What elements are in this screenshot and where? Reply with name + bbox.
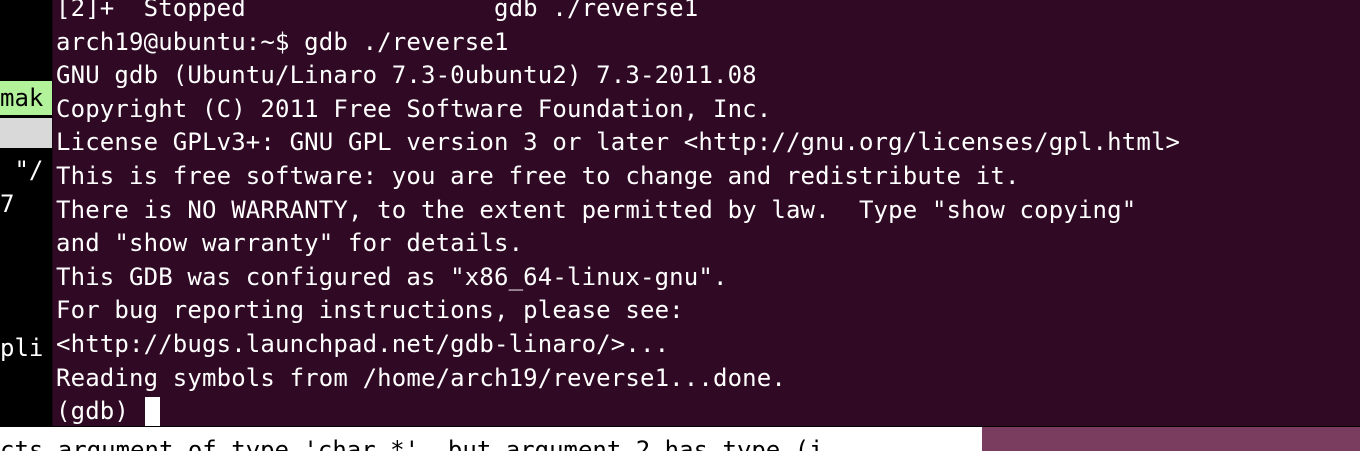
terminal-line: There is NO WARRANTY, to the extent perm… [56,195,1137,224]
background-text-fragment: 7 [0,190,15,218]
desktop-screen: mak "/ 7 pli cts argument of type 'char … [0,0,1360,451]
terminal-line: Copyright (C) 2011 Free Software Foundat… [56,94,772,123]
terminal-line: Reading symbols from /home/arch19/revers… [56,363,786,392]
gdb-terminal-window[interactable]: [2]+ Stopped gdb ./reverse1 arch19@ubunt… [52,0,1360,426]
terminal-line: and "show warranty" for details. [56,229,524,258]
terminal-line: This GDB was configured as "x86_64-linux… [56,262,728,291]
background-window-edge [982,427,1360,451]
background-compiler-warning-line: cts argument of type 'char *', but argum… [0,427,982,451]
background-tab-bar [0,118,60,148]
terminal-line: GNU gdb (Ubuntu/Linaro 7.3-0ubuntu2) 7.3… [56,61,757,90]
terminal-line: For bug reporting instructions, please s… [56,296,684,325]
terminal-line: [2]+ Stopped gdb ./reverse1 [56,0,699,22]
gdb-prompt: (gdb) [56,397,144,426]
background-text-fragment: mak [0,84,44,112]
terminal-line: arch19@ubuntu:~$ gdb ./reverse1 [56,27,509,56]
background-warning-text: cts argument of type 'char *', but argum… [0,436,824,451]
terminal-line: This is free software: you are free to c… [56,161,1020,190]
terminal-output: [2]+ Stopped gdb ./reverse1 arch19@ubunt… [56,0,1180,426]
background-text-fragment: pli [0,334,44,362]
terminal-line: License GPLv3+: GNU GPL version 3 or lat… [56,128,1181,157]
terminal-line: <http://bugs.launchpad.net/gdb-linaro/>.… [56,329,670,358]
background-text-fragment: "/ [0,156,44,184]
gdb-prompt-line[interactable]: (gdb) [56,395,1180,426]
text-cursor [144,396,160,426]
